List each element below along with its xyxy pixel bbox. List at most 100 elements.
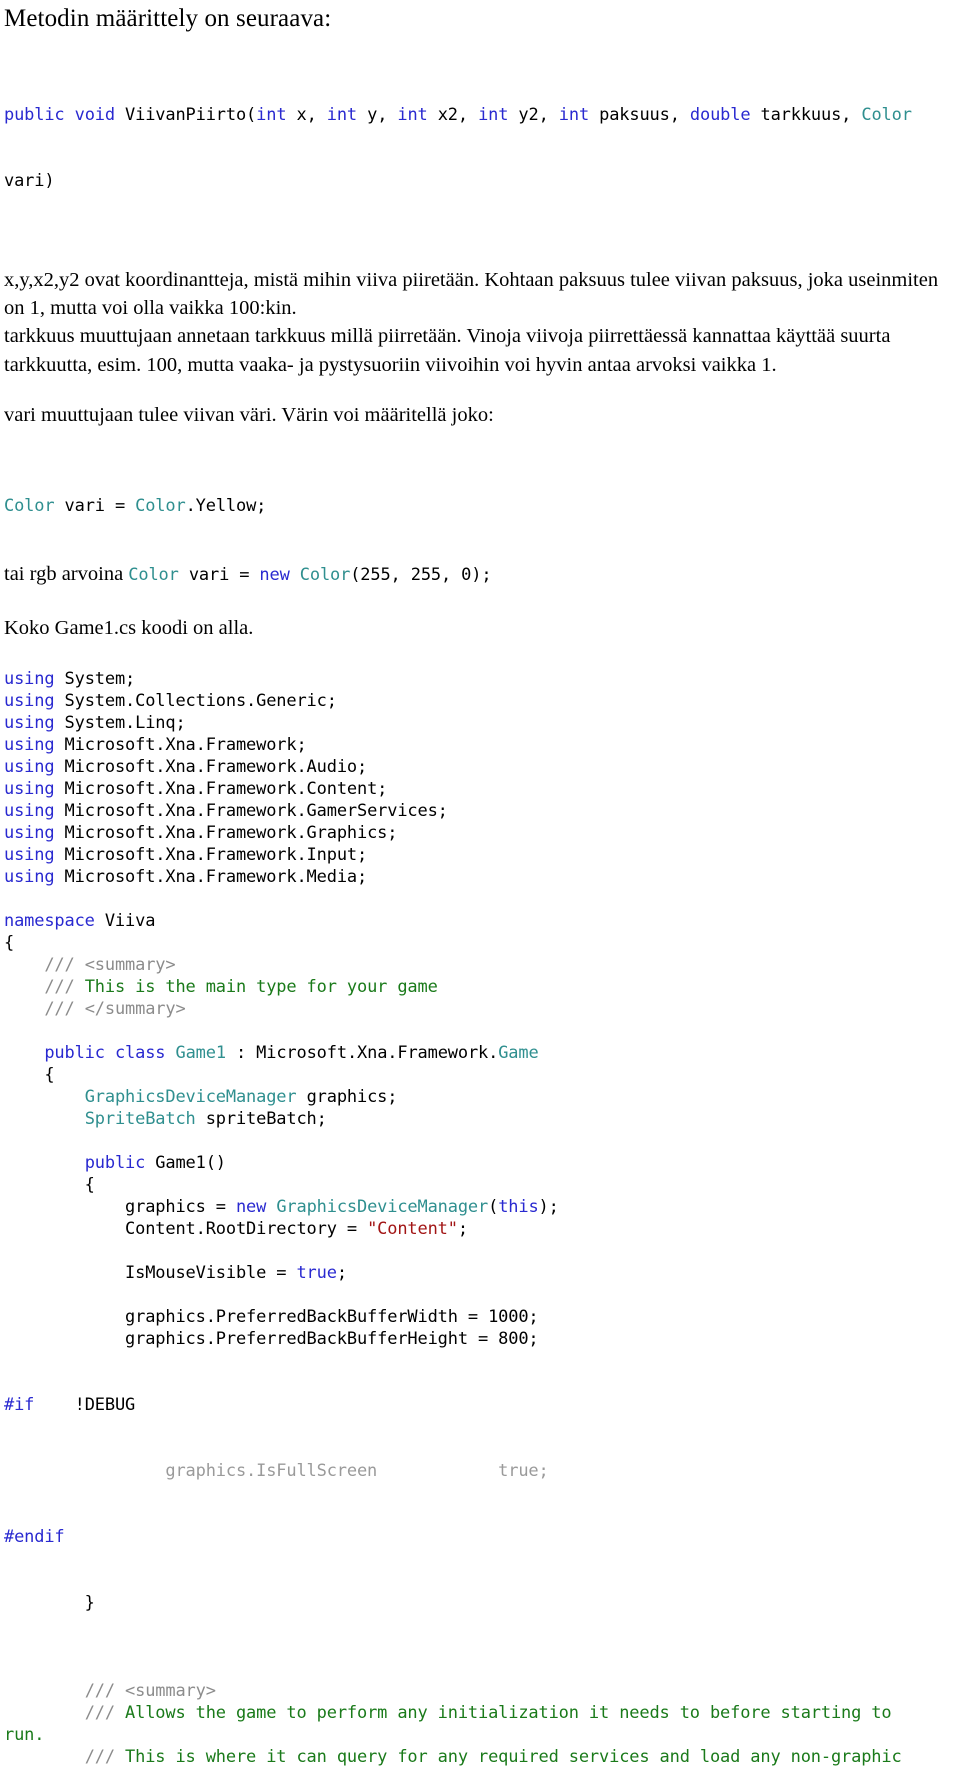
document-page: Metodin määrittely on seuraava: public v…: [0, 0, 960, 1767]
code-line: SpriteBatch spriteBatch;: [4, 1108, 960, 1130]
code-token: Color: [128, 565, 179, 586]
code-line: {: [4, 932, 960, 954]
comment-text: This is where it can query for any requi…: [125, 1747, 902, 1768]
code-line: {: [4, 1064, 960, 1086]
paragraph-text: Koko Game1.cs koodi on alla.: [4, 617, 254, 640]
code-token: {: [4, 1065, 55, 1086]
code-line: public class Game1 : Microsoft.Xna.Frame…: [4, 1042, 960, 1064]
code-token: Game1(): [145, 1153, 226, 1174]
code-token: System;: [54, 669, 136, 690]
paragraph-color-intro: vari muuttujaan tulee viivan väri. Värin…: [0, 401, 960, 429]
code-token: graphics =: [4, 1197, 236, 1218]
code-token: using: [4, 779, 55, 800]
code-token: graphics.PreferredBackBufferWidth = 1000…: [4, 1307, 539, 1328]
code-token: public: [4, 105, 65, 125]
code-line: public Game1(): [4, 1152, 960, 1174]
code-token: <summary>: [84, 955, 176, 976]
code-token: tarkkuus,: [750, 105, 862, 125]
code-listing-usings: using System; using System.Collections.Ge…: [0, 668, 960, 888]
code-token: x,: [286, 105, 327, 125]
code-token: Color: [135, 496, 186, 517]
code-token: using: [4, 669, 55, 690]
code-token: ///: [4, 977, 85, 998]
code-token: Game: [498, 1043, 539, 1064]
paragraph-text: x,y,x2,y2 ovat koordinantteja, mistä mih…: [4, 269, 939, 320]
code-line-using: using Microsoft.Xna.Framework.Graphics;: [4, 822, 960, 844]
code-token: using: [4, 845, 55, 866]
code-token: Content.RootDirectory =: [4, 1219, 368, 1240]
code-token: int: [256, 105, 287, 125]
code-token: public: [84, 1153, 146, 1174]
code-token: using: [4, 691, 55, 712]
code-token: new: [259, 565, 290, 586]
code-token: public: [44, 1043, 105, 1064]
code-line: graphics.PreferredBackBufferWidth = 1000…: [4, 1306, 960, 1328]
code-line: IsMouseVisible = true;: [4, 1262, 960, 1284]
trailing-comments-block: /// <summary> /// Allows the game to per…: [0, 1680, 960, 1768]
code-line: GraphicsDeviceManager graphics;: [4, 1086, 960, 1108]
code-line-using: using Microsoft.Xna.Framework;: [4, 734, 960, 756]
code-token: Game1: [175, 1043, 226, 1064]
preprocessor-block: #if !DEBUG graphics.IsFullScreen true; #…: [0, 1350, 960, 1658]
code-token: using: [4, 713, 55, 734]
paragraph-text: tarkkuus muuttujaan annetaan tarkkuus mi…: [4, 325, 891, 376]
code-token: (: [488, 1197, 499, 1218]
comment-xml-tag: <summary>: [125, 1681, 216, 1702]
code-token: Microsoft.Xna.Framework.Audio;: [54, 757, 368, 778]
code-token: Color: [861, 105, 912, 125]
code-token: GraphicsDeviceManager: [276, 1197, 489, 1218]
code-token: int: [558, 105, 590, 125]
code-line-using: using Microsoft.Xna.Framework.GamerServi…: [4, 800, 960, 822]
code-line: /// This is the main type for your game: [4, 976, 960, 998]
code-token: class: [114, 1043, 166, 1064]
code-token: vari =: [178, 565, 260, 586]
code-line: Content.RootDirectory = "Content";: [4, 1218, 960, 1240]
code-token: {: [4, 933, 15, 954]
code-token: this: [498, 1197, 539, 1218]
code-line: graphics = new GraphicsDeviceManager(thi…: [4, 1196, 960, 1218]
code-token: Color: [299, 565, 351, 586]
code-token: );: [538, 1197, 559, 1218]
comment-text: run.: [4, 1725, 45, 1746]
code-token: Color: [4, 496, 55, 517]
comment-slashes: ///: [4, 1703, 126, 1724]
code-token: Viiva: [94, 911, 156, 932]
code-token: (255, 255, 0);: [350, 565, 492, 586]
code-token: using: [4, 757, 55, 778]
code-token: int: [326, 105, 358, 125]
code-token: using: [4, 801, 55, 822]
code-token: Microsoft.Xna.Framework.GamerServices;: [54, 801, 448, 822]
color-example-1: Color vari = Color.Yellow;: [0, 451, 960, 561]
code-line-using: using Microsoft.Xna.Framework.Media;: [4, 866, 960, 888]
code-token: x2,: [427, 105, 479, 125]
code-token: ;: [457, 1219, 468, 1240]
code-line: namespace Viiva: [4, 910, 960, 932]
code-line: /// <summary>: [4, 954, 960, 976]
code-line-using: using Microsoft.Xna.Framework.Audio;: [4, 756, 960, 778]
code-token: paksuus,: [589, 105, 690, 125]
code-token: This is the main type for your game: [84, 977, 438, 998]
code-token: ///: [4, 955, 85, 976]
code-token: int: [397, 105, 428, 125]
code-line: graphics.PreferredBackBufferHeight = 800…: [4, 1328, 960, 1350]
code-token: graphics.PreferredBackBufferHeight = 800…: [4, 1329, 539, 1350]
constructor-close-brace: }: [4, 1593, 95, 1614]
signature-line-1: public void ViivanPiirto(int x, int y, i…: [4, 104, 960, 126]
code-line: {: [4, 1174, 960, 1196]
code-token: .Yellow;: [185, 496, 267, 517]
code-token: void: [74, 105, 115, 125]
code-listing-body: namespace Viiva{ /// <summary> /// This …: [0, 910, 960, 1350]
code-token: Microsoft.Xna.Framework.Content;: [54, 779, 388, 800]
if-directive: #if: [4, 1395, 35, 1416]
code-token: : Microsoft.Xna.Framework.: [225, 1043, 499, 1064]
method-signature-code: public void ViivanPiirto(int x, int y, i…: [0, 60, 960, 236]
endif-directive: #endif: [4, 1527, 65, 1548]
